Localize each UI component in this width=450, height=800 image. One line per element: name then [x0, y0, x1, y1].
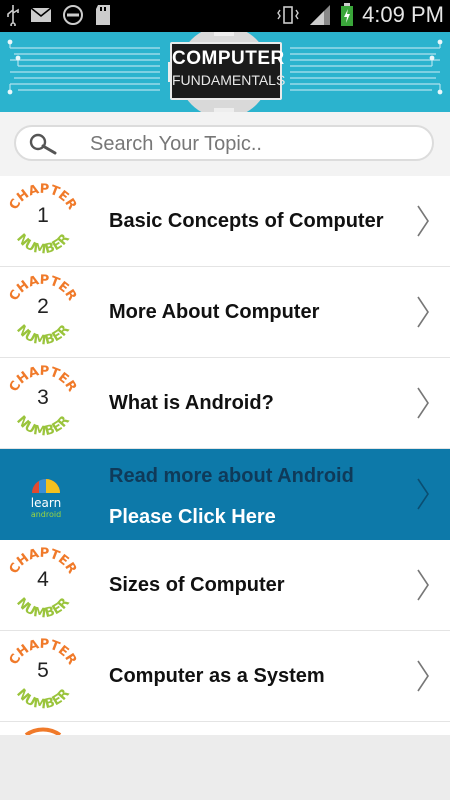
chevron-right-icon	[417, 205, 429, 237]
chapter-title: Computer as a System	[109, 665, 325, 687]
app-logo: COMPUTER FUNDAMENTALS	[170, 42, 286, 100]
chapter-number: 1	[37, 204, 49, 227]
chapter-list: CHAPTER NUMBER 1 Basic Concepts of Compu…	[0, 176, 450, 735]
sd-card-icon	[96, 5, 110, 25]
chapter-item-4[interactable]: CHAPTER NUMBER 4 Sizes of Computer	[0, 540, 450, 631]
badge-number-text: NUMBER	[13, 231, 73, 257]
svg-text:NUMBER: NUMBER	[13, 686, 73, 712]
svg-text:NUMBER: NUMBER	[13, 322, 73, 348]
chapter-title: Basic Concepts of Computer	[109, 210, 384, 232]
search-icon	[29, 133, 57, 155]
battery-charging-icon	[341, 3, 354, 26]
chapter-number-badge-partial	[24, 727, 62, 735]
badge-number-text: NUMBER	[13, 686, 73, 712]
banner-headline: Read more about Android	[109, 465, 354, 487]
app-header: COMPUTER FUNDAMENTALS	[0, 32, 450, 112]
logo-subtitle: FUNDAMENTALS	[172, 72, 286, 88]
vibrate-icon	[277, 6, 299, 24]
chevron-right-icon	[417, 387, 429, 419]
chevron-right-icon	[417, 569, 429, 601]
chapter-title: More About Computer	[109, 301, 320, 323]
chapter-title: What is Android?	[109, 392, 274, 414]
chapter-item-2[interactable]: CHAPTER NUMBER 2 More About Computer	[0, 267, 450, 358]
learn-android-banner[interactable]: learn android Read more about Android Pl…	[0, 449, 450, 540]
chapter-item-1[interactable]: CHAPTER NUMBER 1 Basic Concepts of Compu…	[0, 176, 450, 267]
search-input[interactable]	[88, 132, 422, 157]
system-status: 4:09 PM	[276, 2, 444, 28]
signal-icon	[310, 5, 331, 25]
usb-icon	[7, 5, 19, 26]
search-box[interactable]	[14, 125, 434, 161]
clock: 4:09 PM	[362, 2, 444, 27]
do-not-disturb-icon	[63, 5, 83, 25]
learn-android-icon: learn android	[31, 479, 61, 519]
chevron-right-icon	[417, 660, 429, 692]
notification-icons	[6, 4, 112, 26]
status-bar: 4:09 PM	[0, 0, 450, 32]
chevron-right-icon	[417, 478, 429, 510]
chapter-number: 2	[37, 295, 49, 318]
chapter-number: 4	[37, 568, 49, 591]
badge-number-text: NUMBER	[13, 413, 73, 439]
chapter-title: Sizes of Computer	[109, 574, 285, 596]
search-bar-container	[0, 112, 450, 176]
mail-icon	[30, 7, 52, 22]
icon-text-learn: learn	[31, 496, 61, 510]
svg-text:NUMBER: NUMBER	[13, 413, 73, 439]
chapter-item-3[interactable]: CHAPTER NUMBER 3 What is Android?	[0, 358, 450, 449]
chevron-right-icon	[417, 296, 429, 328]
badge-number-text: NUMBER	[13, 595, 73, 621]
chapter-item-5[interactable]: CHAPTER NUMBER 5 Computer as a System	[0, 631, 450, 722]
icon-text-android: android	[31, 510, 61, 519]
banner-cta: Please Click Here	[109, 506, 276, 528]
chapter-number: 3	[37, 386, 49, 409]
chapter-item-partial[interactable]	[0, 722, 450, 735]
svg-text:NUMBER: NUMBER	[13, 231, 73, 257]
logo-title: COMPUTER	[172, 48, 285, 69]
badge-number-text: NUMBER	[13, 322, 73, 348]
chapter-number: 5	[37, 659, 49, 682]
svg-text:NUMBER: NUMBER	[13, 595, 73, 621]
